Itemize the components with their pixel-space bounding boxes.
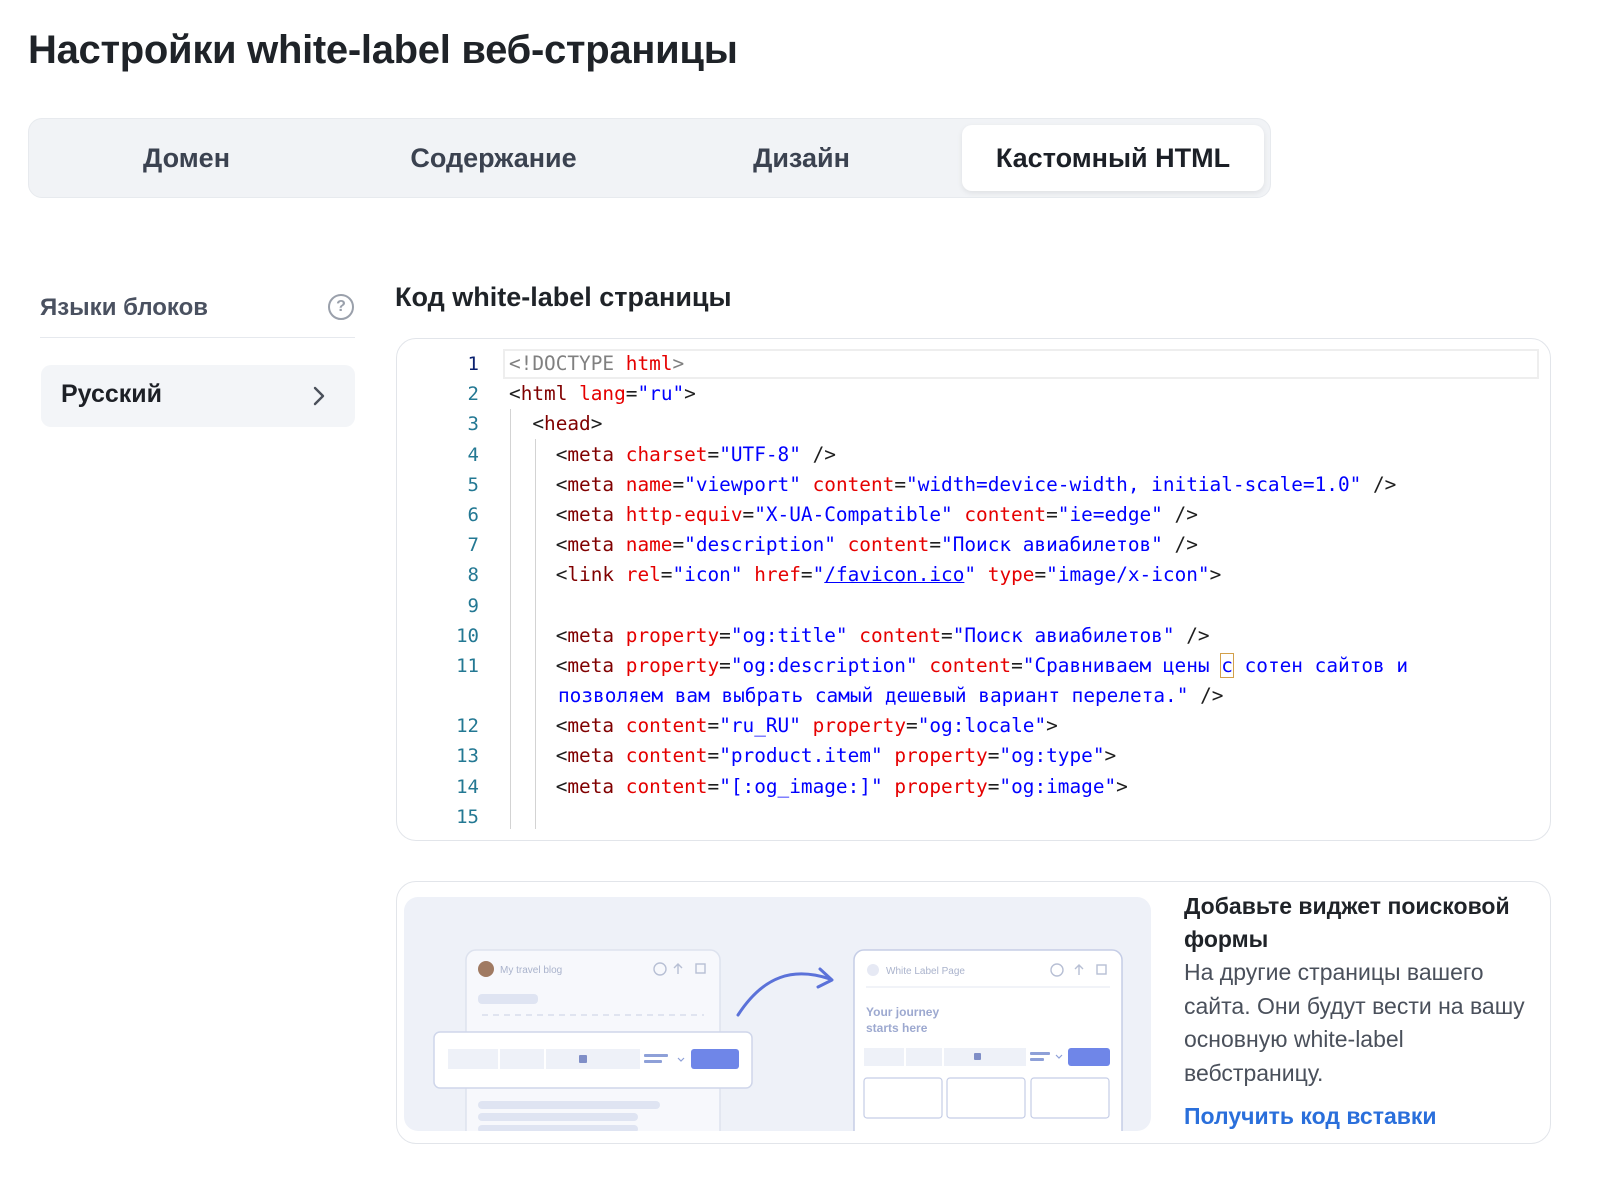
code-line: <meta content="[:og_image:]" property="o… [509, 774, 1128, 798]
line-number: 13 [456, 745, 479, 768]
code-line: <!DOCTYPE html> [509, 352, 685, 375]
search-button-illustration [691, 1049, 739, 1069]
question-circle-icon[interactable]: ? [328, 294, 354, 320]
tab-domain[interactable]: Домен [35, 125, 338, 191]
widget-illustration: My travel blog White Label Page Your jou… [404, 897, 1151, 1131]
line-number: 11 [456, 654, 479, 677]
code-line: ​ [509, 591, 1540, 621]
code-line: <meta property="og:description" content=… [509, 652, 1409, 678]
tab-content[interactable]: Содержание [342, 125, 645, 191]
code-content[interactable]: <!DOCTYPE html> <html lang="ru"> <head> <… [509, 349, 1540, 832]
code-editor-title: Код white-label страницы [395, 282, 732, 312]
settings-tabs: Домен Содержание Дизайн Кастомный HTML [28, 118, 1271, 198]
right-window-label: White Label Page [886, 966, 965, 977]
code-line: <meta charset="UTF-8" /> [509, 442, 836, 466]
line-number: 9 [467, 594, 479, 617]
line-number: 10 [456, 624, 479, 647]
line-number: 1 [467, 353, 479, 375]
line-number: 7 [467, 534, 479, 557]
code-line: <meta name="description" content="Поиск … [509, 533, 1198, 557]
code-line: <meta content="ru_RU" property="og:local… [509, 714, 1058, 738]
code-line: <meta http-equiv="X-UA-Compatible" conte… [509, 502, 1198, 526]
code-line: <meta content="product.item" property="o… [509, 744, 1117, 768]
line-number: 8 [467, 564, 479, 587]
page-title: Настройки white-label веб-страницы [28, 28, 738, 72]
line-number: 15 [456, 805, 479, 828]
tab-design[interactable]: Дизайн [650, 125, 953, 191]
widget-title: Добавьте виджет поисковой формы [1184, 893, 1510, 952]
right-heading-line-1: Your journey [866, 1005, 939, 1019]
code-editor[interactable]: 1 2 3 4 5 6 7 8 9 10 11 12 13 14 15 <!DO… [396, 338, 1551, 841]
language-item-russian[interactable]: Русский [41, 365, 355, 427]
blog-avatar-icon [478, 961, 494, 977]
widget-description: На другие страницы вашего сайта. Они буд… [1184, 959, 1525, 1086]
code-line: <head> [509, 412, 603, 436]
code-line: ​ [509, 802, 1540, 832]
line-number: 14 [456, 775, 479, 798]
code-line: <html lang="ru"> [509, 382, 696, 406]
right-heading-line-2: starts here [866, 1021, 928, 1035]
tab-custom-html[interactable]: Кастомный HTML [962, 125, 1264, 191]
widget-illustration-graphic: My travel blog White Label Page Your jou… [433, 949, 1123, 1131]
chevron-right-icon [313, 386, 325, 406]
line-number-wrap-gap [397, 681, 479, 711]
code-line: <meta property="og:title" content="Поиск… [509, 623, 1210, 647]
line-number-gutter: 1 2 3 4 5 6 7 8 9 10 11 12 13 14 15 [397, 349, 479, 832]
line-number: 6 [467, 503, 479, 526]
sidebar-title: Языки блоков [40, 294, 209, 321]
sidebar-header: Языки блоков ? [40, 290, 355, 338]
widget-promo-card: My travel blog White Label Page Your jou… [396, 881, 1551, 1144]
line-number: 5 [467, 473, 479, 496]
code-line: <link rel="icon" href="/favicon.ico" typ… [509, 563, 1222, 587]
language-label: Русский [61, 380, 163, 408]
get-embed-code-link[interactable]: Получить код вставки [1184, 1103, 1437, 1130]
line-number: 4 [467, 443, 479, 466]
left-window-label: My travel blog [500, 965, 562, 976]
line-number: 2 [467, 383, 479, 406]
arrow-icon [736, 972, 832, 1017]
line-number: 3 [467, 413, 479, 436]
calendar-icon [579, 1055, 587, 1063]
code-line-wrapped: позволяем вам выбрать самый дешевый вари… [558, 684, 1224, 708]
line-number: 12 [456, 715, 479, 738]
code-line: <meta name="viewport" content="width=dev… [509, 472, 1397, 496]
